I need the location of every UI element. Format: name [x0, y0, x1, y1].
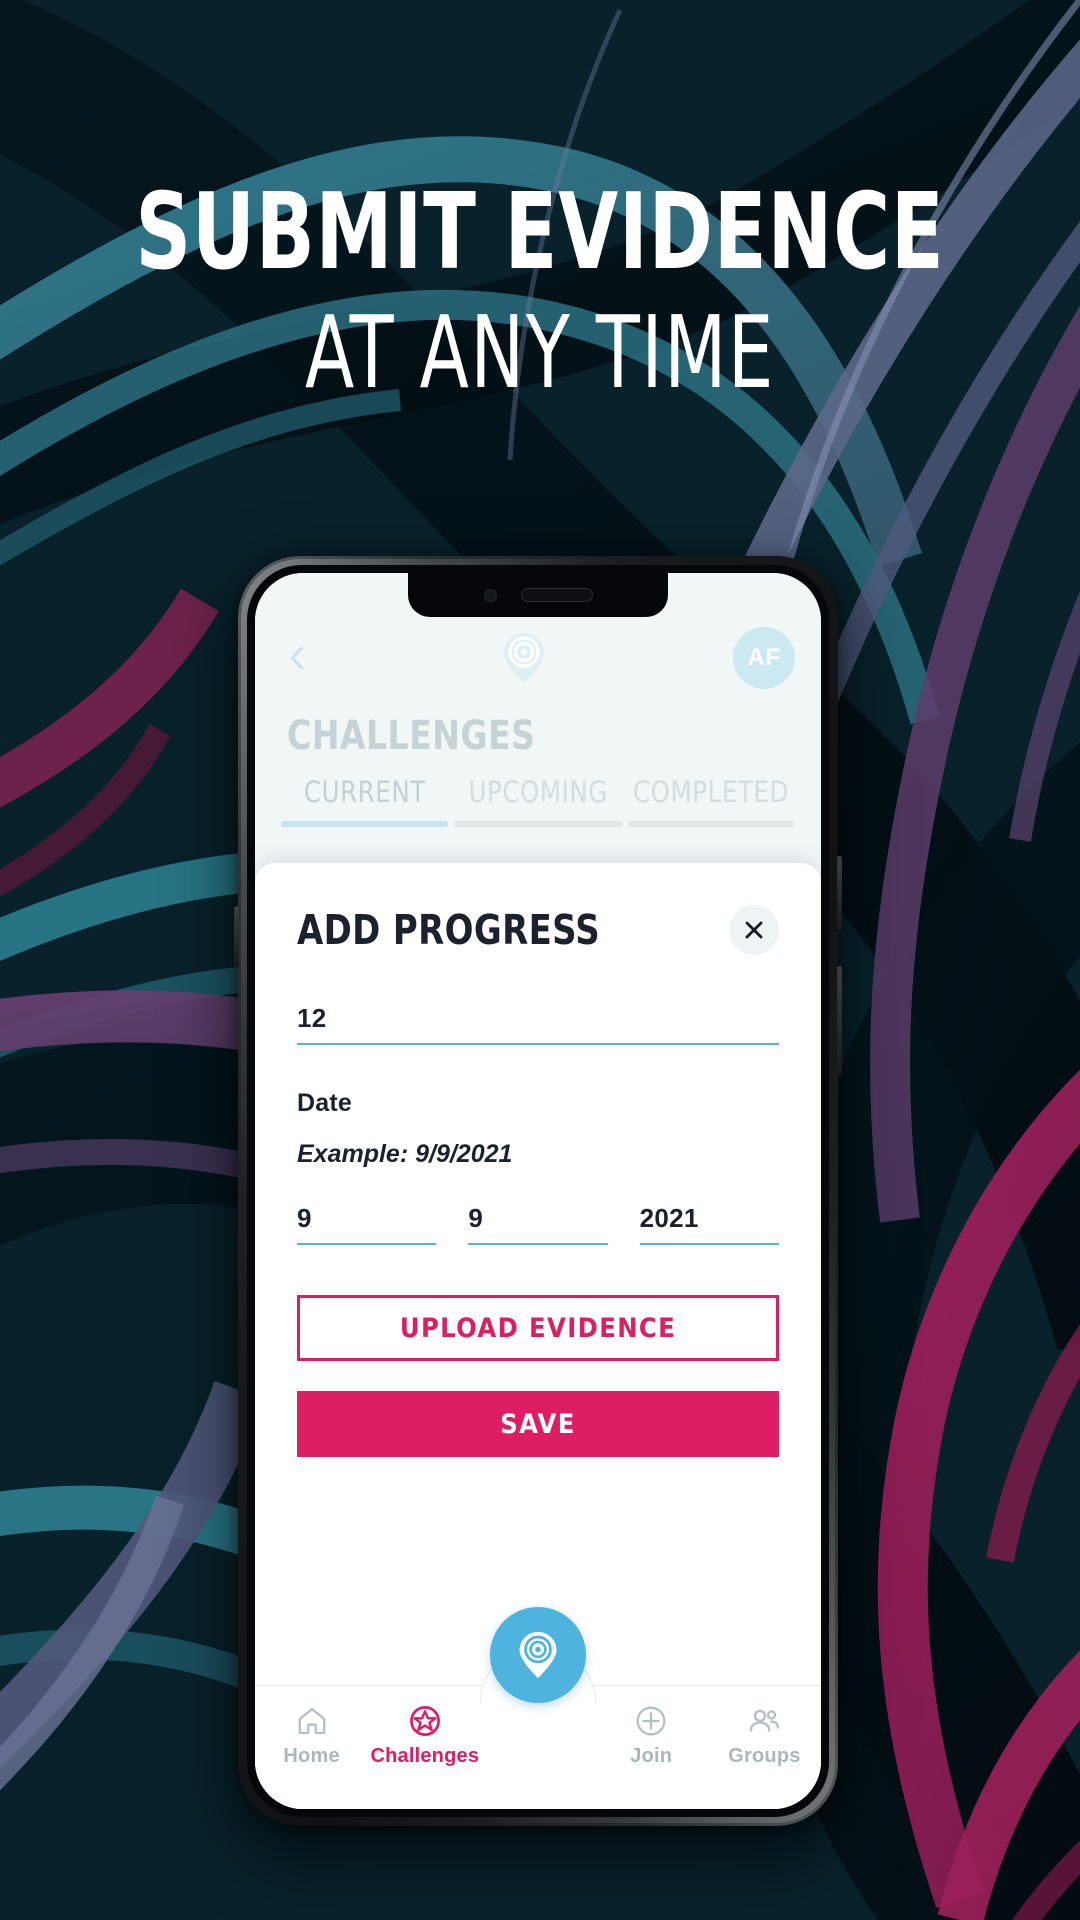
phone-mockup: AF CHALLENGES CURRENT UPCOMING COMPLETED	[234, 556, 842, 1826]
modal-title: ADD PROGRESS	[297, 906, 601, 954]
chevron-left-icon	[290, 646, 304, 670]
promo-screenshot: SUBMIT EVIDENCE AT ANY TIME AF CHALLENGE…	[0, 0, 1080, 1920]
nav-label-home: Home	[283, 1745, 340, 1767]
back-button[interactable]	[281, 641, 315, 675]
avatar[interactable]: AF	[733, 627, 795, 689]
date-month-input[interactable]: 9	[297, 1203, 437, 1245]
close-icon	[745, 921, 763, 939]
nav-label-groups: Groups	[728, 1745, 801, 1767]
app-logo	[315, 629, 733, 687]
map-pin-icon	[519, 1631, 557, 1679]
headline-line-2: AT ANY TIME	[305, 293, 775, 411]
home-icon	[298, 1707, 325, 1735]
page-title: CHALLENGES	[287, 713, 536, 759]
tab-upcoming-underline	[454, 821, 622, 827]
tab-current[interactable]: CURRENT	[281, 775, 449, 827]
upload-evidence-button[interactable]: UPLOAD EVIDENCE	[297, 1295, 779, 1361]
star-badge-icon	[409, 1706, 440, 1736]
nav-item-groups[interactable]: Groups	[708, 1704, 821, 1768]
headline-line-1: SUBMIT EVIDENCE	[135, 171, 945, 293]
date-year-value: 2021	[639, 1203, 699, 1233]
bottom-navigation: Home Challenges Join Groups	[255, 1685, 821, 1809]
tab-current-label: CURRENT	[303, 775, 426, 809]
phone-notch	[408, 573, 668, 617]
tab-completed-label: COMPLETED	[633, 775, 790, 809]
nav-item-challenges[interactable]: Challenges	[368, 1704, 481, 1768]
people-icon	[750, 1709, 780, 1732]
date-inputs-row: 9 9 2021	[297, 1203, 779, 1245]
tab-completed-underline	[627, 821, 795, 827]
center-action-button[interactable]	[490, 1607, 586, 1703]
phone-screen: AF CHALLENGES CURRENT UPCOMING COMPLETED	[255, 573, 821, 1809]
date-month-value: 9	[297, 1203, 312, 1233]
close-button[interactable]	[729, 905, 779, 955]
tab-completed[interactable]: COMPLETED	[627, 775, 795, 827]
date-day-input[interactable]: 9	[468, 1203, 608, 1245]
phone-volume-button	[837, 966, 842, 1076]
map-pin-logo-icon	[504, 633, 544, 683]
nav-item-home[interactable]: Home	[255, 1704, 368, 1768]
tab-current-underline	[281, 821, 449, 827]
avatar-initials: AF	[747, 644, 781, 671]
promo-headline: SUBMIT EVIDENCE AT ANY TIME	[0, 171, 1080, 411]
challenge-tabs: CURRENT UPCOMING COMPLETED	[281, 775, 795, 827]
plus-circle-icon	[636, 1706, 666, 1736]
progress-input[interactable]: 12	[297, 1003, 779, 1045]
progress-value: 12	[297, 1003, 327, 1033]
app-header: AF	[255, 613, 821, 703]
modal-header: ADD PROGRESS	[297, 863, 779, 955]
earpiece-speaker-icon	[520, 588, 593, 602]
nav-label-challenges: Challenges	[370, 1745, 480, 1767]
date-label: Date	[297, 1089, 352, 1117]
phone-assistant-button	[234, 906, 239, 968]
nav-item-join[interactable]: Join	[595, 1704, 708, 1768]
front-camera-icon	[483, 588, 497, 602]
date-day-value: 9	[468, 1203, 484, 1233]
date-example: Example: 9/9/2021	[297, 1140, 513, 1168]
phone-power-button	[837, 856, 842, 930]
tab-upcoming[interactable]: UPCOMING	[454, 775, 622, 827]
date-year-input[interactable]: 2021	[639, 1203, 779, 1245]
save-button[interactable]: SAVE	[297, 1391, 779, 1457]
tab-upcoming-label: UPCOMING	[468, 775, 608, 809]
nav-label-join: Join	[630, 1745, 673, 1767]
